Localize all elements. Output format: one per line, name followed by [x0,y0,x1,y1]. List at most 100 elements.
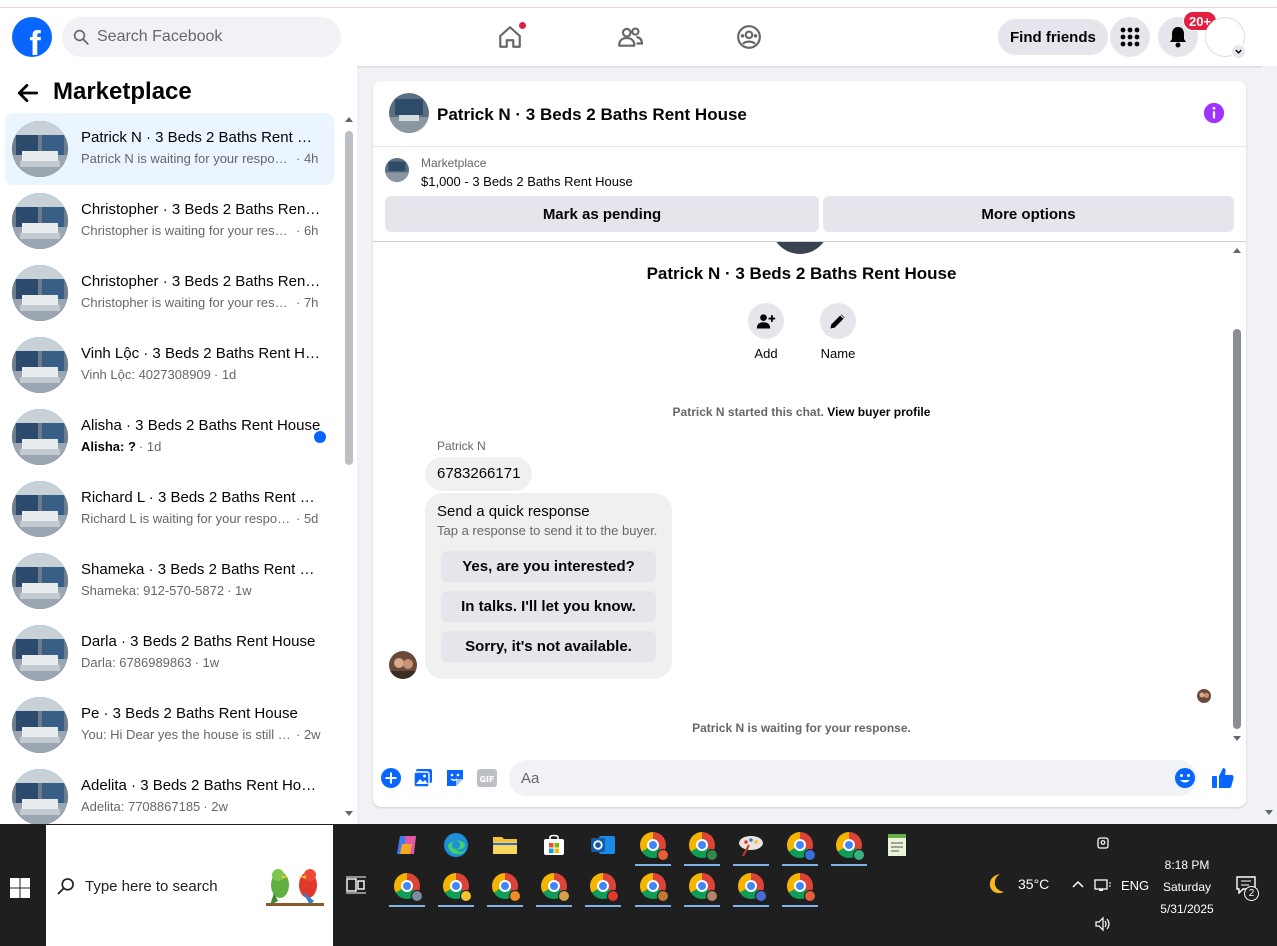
conversation-item[interactable]: Shameka · 3 Beds 2 Baths Rent House Shame… [5,545,334,617]
quick-response-option[interactable]: In talks. I'll let you know. [441,591,656,622]
message-thread[interactable]: Patrick N · 3 Beds 2 Baths Rent House Ad… [373,242,1246,749]
chrome-app-window[interactable] [583,867,623,907]
attach-photo-button[interactable] [411,766,435,790]
chevron-down-icon [1235,49,1242,54]
message-bubble[interactable]: 6783266171 [425,457,533,491]
emoji-button[interactable] [1173,766,1197,790]
conversation-item[interactable]: Christopher · 3 Beds 2 Baths Rent House C… [5,257,334,329]
more-options-button[interactable]: More options [823,196,1234,232]
scroll-down-arrow-icon[interactable] [1233,736,1241,741]
conversation-preview: Alisha: ? · 1d [81,439,321,454]
conversation-preview: Darla: 6786989863 · 1w [81,655,321,670]
system-clock[interactable]: 8:18 PM Saturday 5/31/2025 [1150,854,1224,920]
back-arrow-icon[interactable] [15,80,41,106]
scroll-up-arrow-icon[interactable] [345,117,353,122]
chrome-app-window[interactable] [780,826,820,866]
notepad-app[interactable] [877,826,917,864]
conversation-item[interactable]: Vinh Lộc · 3 Beds 2 Baths Rent House Vinh… [5,329,334,401]
listing-price-title[interactable]: $1,000 - 3 Beds 2 Baths Rent House [421,174,633,189]
chat-listing-avatar[interactable] [389,93,429,133]
file-explorer-app[interactable] [485,826,525,864]
chrome-app-window[interactable] [485,867,525,907]
conversation-item[interactable]: Pe · 3 Beds 2 Baths Rent House You: Hi De… [5,689,334,761]
taskbar-search-box[interactable]: Type here to search [46,825,333,946]
conversation-avatar [12,193,68,249]
task-view-icon[interactable] [346,876,366,894]
conversation-avatar [12,265,68,321]
waiting-notice: Patrick N is waiting for your response. [692,721,911,735]
house-photo-icon [12,193,68,249]
weather-widget[interactable]: 35°C [985,872,1049,896]
scroll-up-arrow-icon[interactable] [1233,248,1241,253]
conversation-item[interactable]: Patrick N · 3 Beds 2 Baths Rent House Pat… [5,113,334,185]
outlook-icon [591,836,615,854]
quick-response-option[interactable]: Yes, are you interested? [441,551,656,582]
sticker-button[interactable] [443,766,467,790]
menu-button[interactable] [1110,17,1150,57]
thumbs-up-icon [1212,768,1234,788]
thread-scroll-thumb[interactable] [1233,329,1241,729]
volume-icon[interactable] [1094,916,1112,932]
info-icon[interactable] [1203,102,1225,124]
thread-avatar [771,242,829,254]
nav-friends[interactable] [615,22,645,52]
name-button[interactable]: Name [808,303,868,361]
mark-as-pending-button[interactable]: Mark as pending [385,196,819,232]
chevron-up-icon[interactable] [1071,878,1085,890]
language-indicator[interactable]: ENG [1121,878,1149,893]
facebook-top-bar: f Find friends 20+ [0,8,1277,66]
house-photo-icon [12,121,68,177]
scroll-down-arrow-icon[interactable] [345,811,353,816]
chrome-app-window[interactable] [780,867,820,907]
like-button[interactable] [1211,766,1235,790]
chrome-app-window[interactable] [829,826,869,866]
meet-now-icon[interactable] [1096,836,1110,850]
chrome-app-window[interactable] [682,826,722,866]
thread-scrollbar[interactable] [1230,242,1244,749]
conversation-item[interactable]: Darla · 3 Beds 2 Baths Rent House Darla: … [5,617,334,689]
conversation-item[interactable]: Alisha · 3 Beds 2 Baths Rent House Alisha… [5,401,334,473]
chrome-app-window[interactable] [436,867,476,907]
nav-groups[interactable] [734,22,764,52]
account-menu-chevron[interactable] [1231,44,1246,59]
conversation-item[interactable]: Richard L · 3 Beds 2 Baths Rent House Ric… [5,473,334,545]
microsoft-store-app[interactable] [534,826,574,864]
windows-start-icon[interactable] [8,876,32,900]
chrome-app-window[interactable] [633,867,673,907]
name-label: Name [820,346,856,361]
chrome-app-window[interactable] [682,867,722,907]
conversation-item[interactable]: Adelita · 3 Beds 2 Baths Rent House Adeli… [5,761,334,824]
chrome-app-window[interactable] [387,867,427,907]
chrome-app-window[interactable] [633,826,673,866]
sender-avatar[interactable] [389,651,417,679]
page-scrollbar[interactable] [1262,66,1277,824]
network-icon[interactable] [1094,877,1112,893]
sidebar-scroll-thumb[interactable] [345,131,353,465]
paint-app[interactable] [731,826,771,866]
facebook-logo-icon[interactable]: f [12,17,52,57]
chrome-app-window[interactable] [731,867,771,907]
nav-home[interactable] [495,21,527,52]
search-input[interactable] [97,28,317,46]
chat-title[interactable]: Patrick N · 3 Beds 2 Baths Rent House [437,105,747,125]
copilot-app[interactable] [387,826,427,864]
chrome-app-window[interactable] [534,867,574,907]
conversation-time: · 6h [296,223,319,238]
outlook-app[interactable] [583,826,623,864]
conversation-snippet: Adelita: 7708867185 [81,799,201,814]
chrome-icon [541,873,570,902]
message-input[interactable] [509,760,1197,796]
add-button[interactable]: Add [736,303,796,361]
listing-thumbnail[interactable] [385,158,409,182]
find-friends-button[interactable]: Find friends [998,19,1108,55]
gif-button[interactable]: GIF [475,766,499,790]
edge-app[interactable] [436,826,476,864]
sidebar-scrollbar[interactable] [343,113,355,824]
conversation-item[interactable]: Christopher · 3 Beds 2 Baths Rent House C… [5,185,334,257]
search-box[interactable] [62,17,341,57]
quick-response-option[interactable]: Sorry, it's not available. [441,631,656,662]
more-actions-button[interactable] [379,766,403,790]
emoji-icon [1175,768,1195,788]
view-buyer-profile-link[interactable]: View buyer profile [827,405,930,419]
scroll-down-arrow-icon[interactable] [1265,810,1273,815]
